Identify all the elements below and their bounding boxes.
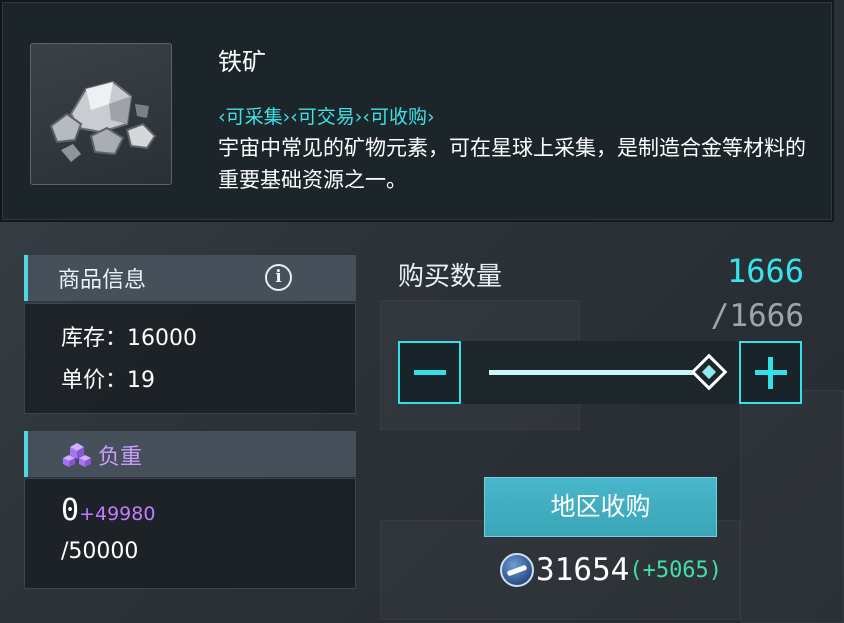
slider-track[interactable] [489, 370, 711, 375]
item-name: 铁矿 [218, 48, 266, 76]
load-current: 0 [61, 493, 80, 528]
load-header: 负重 [24, 431, 356, 477]
cubes-icon [63, 443, 91, 467]
credits-coin-icon [500, 553, 534, 587]
regional-purchase-button[interactable]: 地区收购 [484, 477, 717, 537]
item-thumbnail [30, 43, 172, 185]
load-current-row: 0+49980 [61, 493, 155, 528]
unit-price-text: 单价：19 [61, 368, 155, 393]
purchase-qty-value: 1666 [726, 252, 804, 290]
background-panel [740, 390, 844, 623]
load-body: 0+49980 /50000 [24, 478, 356, 589]
load-title: 负重 [98, 445, 143, 470]
goods-info-body: 库存：16000 单价：19 [24, 303, 356, 414]
decrease-button[interactable] [398, 341, 461, 404]
info-icon[interactable]: i [265, 264, 292, 291]
iron-ore-icon [49, 80, 157, 162]
currency-amount: 31654 [536, 552, 630, 588]
currency-delta: (+5065) [629, 557, 723, 583]
slider-fill [489, 370, 711, 375]
purchase-qty-label: 购买数量 [398, 262, 503, 292]
goods-info-title: 商品信息 [58, 268, 147, 293]
purchase-qty-max: /1666 [710, 298, 804, 334]
stock-text: 库存：16000 [61, 326, 197, 351]
slider-handle[interactable] [690, 353, 728, 391]
item-description: 宇宙中常见的矿物元素，可在星球上采集，是制造合金等材料的重要基础资源之一。 [218, 136, 806, 192]
quantity-slider [398, 341, 802, 404]
load-delta: +49980 [79, 503, 156, 525]
plus-icon-vertical [768, 356, 773, 389]
load-max: /50000 [61, 539, 139, 564]
currency-display: 31654 (+5065) [500, 552, 722, 588]
increase-button[interactable] [739, 341, 802, 404]
goods-info-header: 商品信息 i [24, 255, 356, 301]
item-tags: ‹可采集›‹可交易›‹可收购› [218, 106, 435, 128]
minus-icon [413, 370, 446, 375]
item-card: 铁矿 ‹可采集›‹可交易›‹可收购› 宇宙中常见的矿物元素，可在星球上采集，是制… [0, 0, 834, 222]
